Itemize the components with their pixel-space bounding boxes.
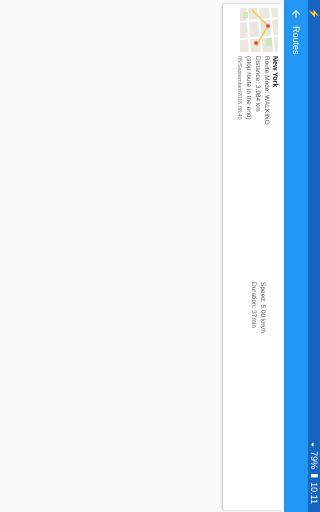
route-date: 05/September/2016 08:40 [236,56,242,120]
rotated-screen: ⚡ ◒ 79% ▮ 10:11 Routes New York Route Mo… [0,0,320,512]
route-stats: Speed: 5.00 km/h Duration: 37min [249,282,267,422]
route-duration: Duration: 37min [250,282,257,328]
status-time: 10:11 [309,482,320,504]
route-distance: Distance: 3.084 km [254,56,261,112]
battery-level: 79% [309,451,320,470]
route-mode: Route Mode: WALKING [263,56,270,125]
route-city: New York [271,56,278,88]
map-thumbnail [240,8,278,52]
page-title: Routes [291,26,301,55]
wifi-icon: ◒ [309,441,320,448]
route-card[interactable]: New York Route Mode: WALKING Distance: 3… [223,4,282,510]
route-info: New York Route Mode: WALKING Distance: 3… [236,56,278,256]
route-speed: Speed: 5.00 km/h [259,282,266,333]
notification-icon: ⚡ [309,8,319,20]
app-bar: Routes [284,0,308,512]
battery-icon: ▮ [310,473,320,479]
routes-list: New York Route Mode: WALKING Distance: 3… [0,0,284,512]
back-arrow-icon[interactable] [288,6,304,22]
status-icons: ◒ 79% ▮ 10:11 [309,442,320,504]
status-bar: ⚡ ◒ 79% ▮ 10:11 [308,0,320,512]
route-stop-note: (stop route in the end) [245,56,252,120]
